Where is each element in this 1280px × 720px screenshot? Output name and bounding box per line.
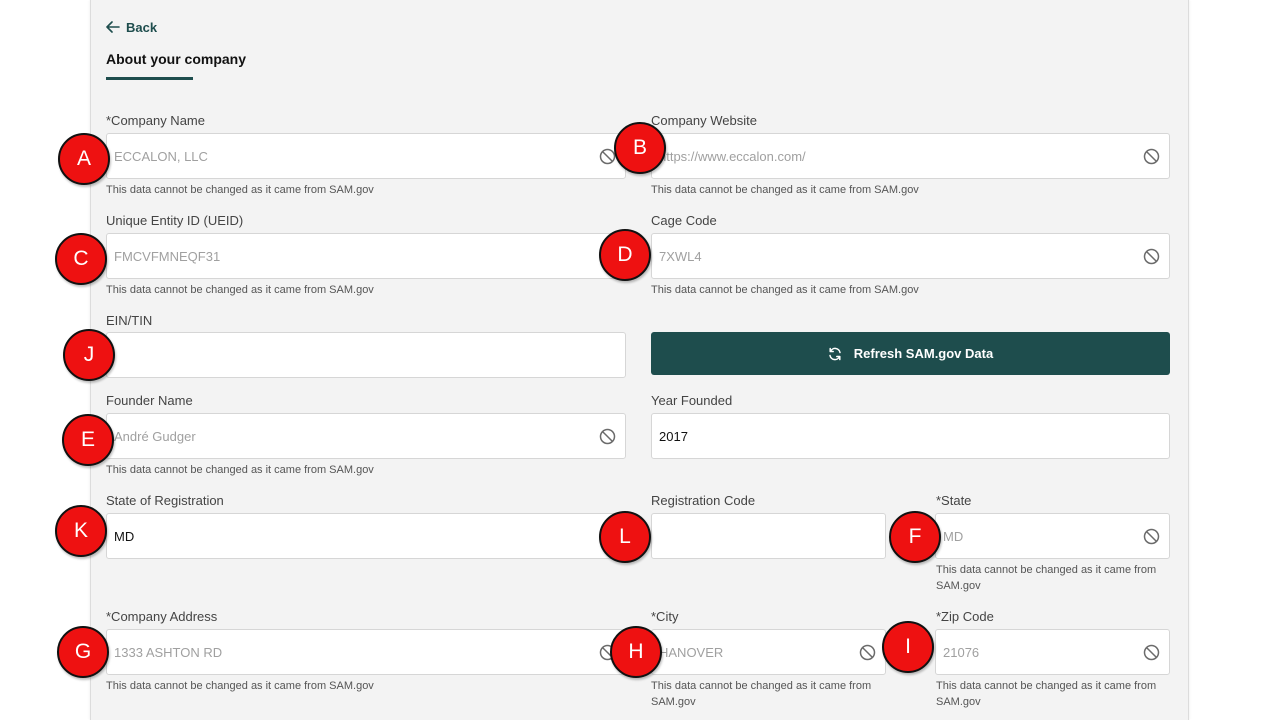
state-of-registration-label: State of Registration	[106, 493, 224, 508]
refresh-icon	[829, 347, 841, 360]
founder-name-help: This data cannot be changed as it came f…	[106, 464, 374, 476]
cage-code-help: This data cannot be changed as it came f…	[651, 284, 919, 296]
founder-name-label: Founder Name	[106, 393, 193, 408]
company-address-label: *Company Address	[106, 609, 218, 624]
company-website-value: https://www.eccalon.com/	[659, 148, 806, 164]
marker-c: C	[55, 233, 107, 285]
ban-icon	[1143, 248, 1160, 265]
zip-code-help: This data cannot be changed as it came f…	[936, 680, 1157, 708]
arrow-left-icon	[106, 21, 120, 33]
marker-d: D	[599, 229, 651, 281]
refresh-label: Refresh SAM.gov Data	[853, 346, 994, 361]
year-founded-label: Year Founded	[651, 393, 733, 408]
marker-b: B	[614, 122, 666, 174]
founder-name-value: André Gudger	[114, 428, 196, 444]
ueid-label: Unique Entity ID (UEID)	[106, 213, 244, 228]
company-name-value: ECCALON, LLC	[114, 148, 208, 164]
ein-tin-field[interactable]	[106, 332, 626, 378]
state-help: This data cannot be changed as it came f…	[936, 564, 1157, 592]
cage-code-label: Cage Code	[651, 213, 717, 228]
year-founded-field[interactable]: 2017	[651, 413, 1170, 459]
company-website-help: This data cannot be changed as it came f…	[651, 184, 919, 196]
city-help: This data cannot be changed as it came f…	[651, 680, 872, 708]
ban-icon	[1143, 148, 1160, 165]
back-link[interactable]: Back	[106, 18, 157, 36]
state-label: *State	[936, 493, 972, 508]
company-address-value: 1333 ASHTON RD	[114, 644, 223, 660]
zip-code-field[interactable]: 21076	[935, 629, 1170, 675]
ban-icon	[1143, 528, 1160, 545]
city-value: HANOVER	[659, 644, 724, 660]
founder-name-field[interactable]: André Gudger	[106, 413, 626, 459]
marker-l: L	[599, 511, 651, 563]
company-address-help: This data cannot be changed as it came f…	[106, 680, 374, 692]
company-website-field[interactable]: https://www.eccalon.com/	[651, 133, 1170, 179]
marker-e: E	[62, 414, 114, 466]
marker-h: H	[610, 626, 662, 678]
marker-a: A	[58, 133, 110, 185]
marker-i: I	[882, 621, 934, 673]
state-of-registration-field[interactable]: MD	[106, 513, 626, 559]
ueid-help: This data cannot be changed as it came f…	[106, 284, 374, 296]
marker-g: G	[57, 626, 109, 678]
year-founded-value: 2017	[659, 428, 688, 444]
back-label: Back	[126, 19, 158, 35]
company-name-field[interactable]: ECCALON, LLC	[106, 133, 626, 179]
registration-code-field[interactable]	[651, 513, 886, 559]
state-value: MD	[943, 528, 964, 544]
marker-j: J	[63, 329, 115, 381]
ban-icon	[859, 644, 876, 661]
company-website-label: Company Website	[651, 113, 757, 128]
marker-k: K	[55, 505, 107, 557]
company-address-field[interactable]: 1333 ASHTON RD	[106, 629, 626, 675]
city-field[interactable]: HANOVER	[651, 629, 886, 675]
state-field[interactable]: MD	[935, 513, 1170, 559]
company-name-label: *Company Name	[106, 113, 205, 128]
marker-f: F	[889, 511, 941, 563]
ueid-value: FMCVFMNEQF31	[114, 248, 221, 264]
registration-code-label: Registration Code	[651, 493, 756, 508]
ueid-field[interactable]: FMCVFMNEQF31	[106, 233, 626, 279]
page-title: About your company	[106, 51, 247, 67]
zip-code-value: 21076	[943, 644, 980, 660]
ein-tin-label: EIN/TIN	[106, 313, 153, 328]
zip-code-label: *Zip Code	[936, 609, 994, 624]
city-label: *City	[651, 609, 679, 624]
cage-code-value: 7XWL4	[659, 248, 702, 264]
state-of-registration-value: MD	[114, 528, 135, 544]
ban-icon	[599, 428, 616, 445]
ban-icon	[1143, 644, 1160, 661]
title-underline	[106, 77, 193, 80]
cage-code-field[interactable]: 7XWL4	[651, 233, 1170, 279]
company-name-help: This data cannot be changed as it came f…	[106, 184, 374, 196]
refresh-sam-button[interactable]: Refresh SAM.gov Data	[651, 332, 1170, 375]
